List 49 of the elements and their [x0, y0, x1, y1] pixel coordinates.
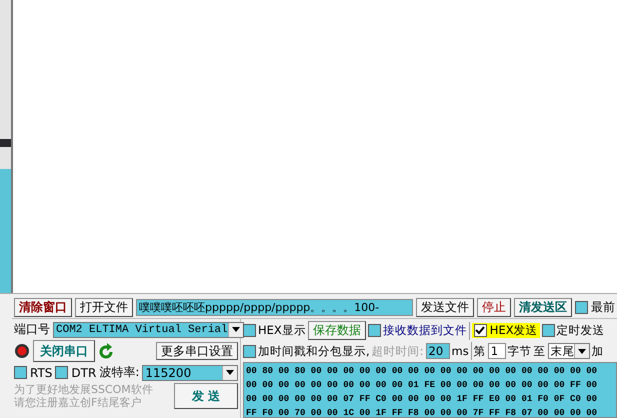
send-input-field[interactable]: 噗噗噗呸呸呸ppppp/pppp/ppppp。。。。100- [136, 298, 413, 316]
dropdown-arrow-icon [226, 370, 234, 375]
dropdown-arrow-icon [578, 348, 586, 354]
more-settings-button[interactable]: 更多串口设置 [156, 342, 238, 360]
hex-send-checkbox[interactable] [474, 324, 487, 337]
hex-display-checkbox[interactable] [243, 324, 256, 337]
hex-send-area[interactable] [243, 362, 617, 418]
send-button[interactable]: 发 送 [174, 383, 238, 409]
save-data-button[interactable]: 保存数据 [308, 321, 366, 340]
clear-window-button[interactable]: 清除窗口 [14, 298, 72, 316]
hex-line: 00 00 00 00 00 00 07 FF C0 00 00 00 00 1F FF E0 00 01 F0 0F C0 00 [246, 393, 598, 406]
bytes-label: 字节 [508, 344, 532, 358]
hex-line: 00 80 00 80 00 00 00 00 00 00 00 00 00 00 00 00 00 00 00 00 00 00 [246, 365, 598, 378]
hex-line: 00 00 00 00 00 00 00 00 00 00 01 FE 00 00 00 00 00 00 00 00 FF 00 [246, 379, 598, 392]
clear-send-button[interactable]: 清发送区 [514, 298, 572, 316]
open-file-button[interactable]: 打开文件 [75, 298, 133, 316]
timeout-field[interactable]: 20 [426, 343, 450, 359]
promo-text: 请您注册嘉立创F结尾客户 [14, 396, 142, 409]
dtr-checkbox[interactable] [55, 366, 68, 379]
hex-line: FF F0 00 70 00 00 1C 00 1F FF F8 00 00 00 7F FF F8 07 00 00 00 00 [246, 407, 598, 417]
topmost-checkbox[interactable] [575, 300, 588, 314]
ms-label: ms [452, 344, 469, 358]
port-select[interactable]: COM2 ELTIMA Virtual Serial [53, 322, 244, 338]
from-byte-field[interactable]: 1 [488, 343, 506, 359]
timestamp-label: 加时间戳和分包显示, [258, 344, 370, 358]
append-label: 加 [592, 344, 604, 358]
to-label: 至 [534, 344, 546, 358]
refresh-icon[interactable] [98, 342, 114, 360]
receive-to-file-checkbox[interactable] [368, 324, 381, 337]
stop-button[interactable]: 停止 [477, 298, 511, 316]
hex-send-label: HEX发送 [490, 323, 538, 338]
port-label: 端口号 [14, 321, 50, 338]
timed-send-checkbox[interactable] [542, 324, 555, 337]
rts-label: RTS [30, 366, 52, 380]
topmost-label: 最前 [591, 298, 615, 316]
baud-label: 波特率: [99, 364, 140, 381]
receive-to-file-label: 接收数据到文件 [382, 323, 467, 338]
dropdown-arrow-icon [232, 327, 240, 332]
from-label: 第 [474, 344, 486, 358]
hex-display-label: HEX显示 [258, 323, 306, 338]
timed-send-label: 定时发送 [556, 323, 605, 338]
promo-text: 为了更好地发展SSCOM软件 [14, 383, 154, 396]
baud-rate-select[interactable]: 115200 [142, 364, 238, 380]
timestamp-checkbox[interactable] [243, 344, 256, 358]
dtr-label: DTR [71, 366, 96, 380]
rts-checkbox[interactable] [14, 366, 27, 379]
send-file-button[interactable]: 发送文件 [416, 298, 474, 316]
close-port-button[interactable]: 关闭串口 [33, 340, 95, 362]
timeout-label: 超时时间: [372, 344, 424, 358]
